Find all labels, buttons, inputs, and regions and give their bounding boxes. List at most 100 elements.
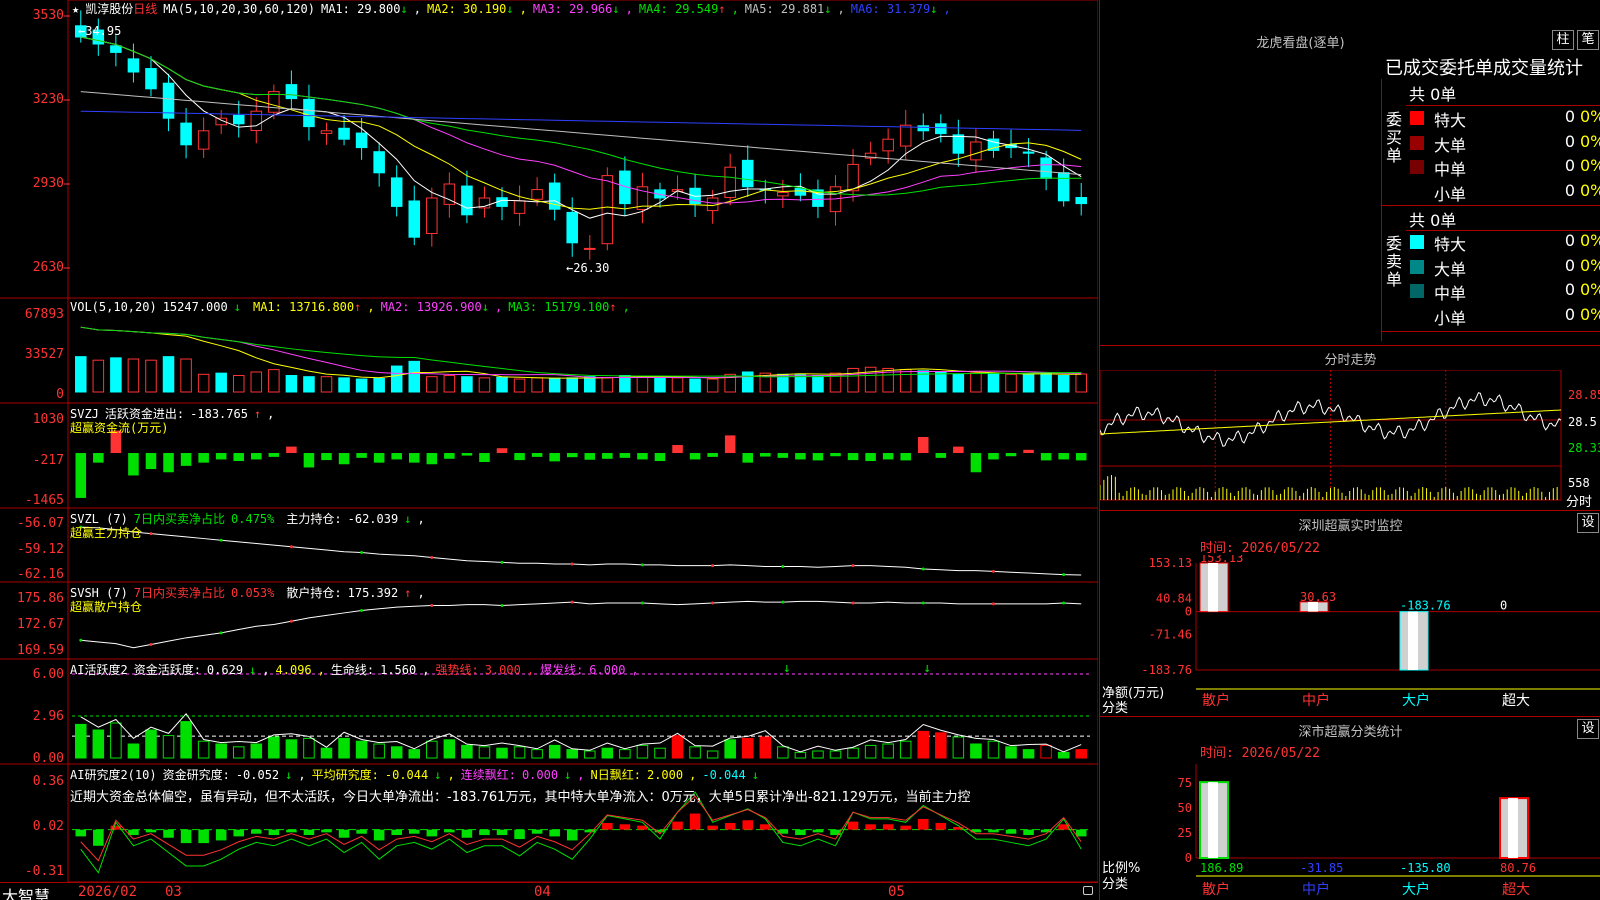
- fund-flow-bar: [1023, 449, 1034, 454]
- volume-bar: [373, 377, 385, 393]
- signal-arrow: ↓: [783, 661, 791, 676]
- activity-bar: [636, 744, 649, 759]
- monitor-bar-highlight: [1208, 563, 1218, 612]
- fund-flow-bar: [584, 453, 596, 460]
- svsh-axis-label: 169.59: [17, 643, 64, 658]
- research-bar: [479, 829, 490, 836]
- intraday-title: 分时走势: [1324, 353, 1377, 368]
- activity-bar: [812, 750, 824, 759]
- fund-flow-bar: [812, 453, 824, 461]
- research-red-line: [80, 795, 1082, 862]
- candle-body: [1057, 172, 1070, 202]
- main-position-line-dot: [219, 538, 223, 542]
- candle-body: [584, 247, 596, 250]
- activity-bar: [654, 747, 666, 759]
- monitor-settings-button[interactable]: 设: [1577, 513, 1599, 533]
- activity-bar: [847, 747, 859, 759]
- svzl-axis-label: -59.12: [17, 542, 64, 557]
- vol-axis-label: 0: [56, 387, 64, 402]
- buy-row-4: 小单00%: [1410, 180, 1600, 204]
- fund-flow-bar: [1058, 453, 1069, 460]
- activity-bar: [320, 747, 333, 759]
- research-bar: [496, 829, 508, 836]
- retail-position-line-dot: [851, 601, 855, 605]
- activity-bar: [689, 746, 701, 759]
- activity-bar: [1075, 749, 1087, 759]
- activity-bar: [566, 749, 578, 759]
- classify-bar-chart[interactable]: 75 50 25 0 186.89 -31.85 -135.80 80.76 散户 中户 大户 超大: [1100, 762, 1600, 900]
- research-bar: [391, 829, 402, 836]
- retail-position-line: [80, 600, 1082, 649]
- date-label: 03: [165, 884, 182, 900]
- tick-view-button[interactable]: 笔: [1577, 30, 1599, 50]
- activity-bar: [759, 736, 772, 759]
- fund-flow-bar: [865, 453, 876, 462]
- date-label: 2026/02: [78, 884, 138, 900]
- candle-body: [1075, 197, 1087, 205]
- retail-position-line-dot: [79, 638, 83, 642]
- monitor-axis-label: 153.13: [1149, 556, 1192, 570]
- activity-bar: [426, 740, 438, 759]
- activity-bar: [584, 750, 596, 759]
- research-bar: [1023, 829, 1034, 836]
- research-bar: [268, 829, 280, 836]
- activity-bar: [513, 746, 526, 759]
- research-bar: [303, 829, 315, 836]
- fund-flow-bar: [830, 453, 841, 457]
- bar-view-button[interactable]: 柱: [1552, 30, 1574, 50]
- monitor-bar-label: 0: [1500, 599, 1507, 613]
- fund-flow-bar: [93, 453, 104, 463]
- research-bar: [689, 813, 701, 830]
- date-label: 05: [888, 884, 905, 900]
- volume-bar: [478, 377, 491, 393]
- fund-flow-bar: [602, 453, 613, 459]
- monitor-axis-label: -71.46: [1149, 627, 1192, 641]
- volume-bar: [1057, 375, 1070, 393]
- candle-body: [513, 200, 526, 214]
- main-position-line-dot: [289, 545, 293, 549]
- research-bar: [672, 821, 683, 830]
- classify-settings-button[interactable]: 设: [1577, 719, 1599, 739]
- fund-flow-bar: [496, 448, 508, 454]
- candle-body: [935, 123, 947, 135]
- candle-body: [724, 166, 736, 199]
- classify-category-label: 大户: [1402, 881, 1430, 898]
- volume-bar: [338, 377, 350, 393]
- research-bar: [812, 829, 824, 833]
- volume-bar: [654, 376, 666, 393]
- activity-bar: [829, 750, 842, 759]
- vol-ma10-line: [80, 326, 1082, 379]
- ai-research-axis-label: 0.36: [32, 774, 64, 789]
- research-bar: [760, 824, 771, 830]
- main-chart-area[interactable]: ★ 凯淳股份日线 MA(5,10,20,30,60,120) MA1: 29.800↓…: [0, 0, 1098, 882]
- research-bar: [321, 829, 332, 833]
- volume-bar: [426, 376, 438, 393]
- research-bar: [444, 829, 455, 833]
- buy-row-3: 中单00%: [1410, 155, 1600, 179]
- candle-body: [303, 98, 315, 128]
- fund-flow-bar: [882, 453, 894, 460]
- activity-bar: [355, 740, 368, 759]
- volume-bar: [952, 373, 965, 393]
- volume-bar: [320, 376, 333, 393]
- research-bar: [408, 829, 420, 834]
- retail-position-line-dot: [219, 631, 223, 635]
- candle-body: [390, 177, 403, 207]
- candle-body: [110, 45, 122, 53]
- svzj-axis-label: 1030: [32, 412, 64, 427]
- monitor-bar-chart[interactable]: 153.1340.840-71.46-183.76153.1330.63-183…: [1100, 555, 1600, 715]
- intraday-price-label: 28.85: [1568, 388, 1600, 402]
- main-position-line-dot: [360, 551, 364, 555]
- fund-flow-bar: [970, 453, 982, 473]
- fund-flow-bar: [338, 453, 350, 465]
- classify-value-label: -31.85: [1300, 861, 1343, 875]
- right-side-panel: 龙虎看盘(逐单) 柱 笔 已成交委托单成交量统计 共 0单 委买单 特大00%大…: [1099, 0, 1600, 900]
- intraday-chart[interactable]: [1100, 370, 1600, 510]
- fund-flow-bar: [742, 453, 754, 463]
- price-candlestick-chart[interactable]: ↓ ↓: [0, 0, 1098, 882]
- high-price-annotation: ←34.95: [78, 24, 122, 38]
- research-bar: [724, 822, 736, 830]
- lock-icon[interactable]: [1083, 886, 1093, 895]
- retail-position-line-dot: [1062, 601, 1066, 605]
- volume-bar: [285, 375, 298, 393]
